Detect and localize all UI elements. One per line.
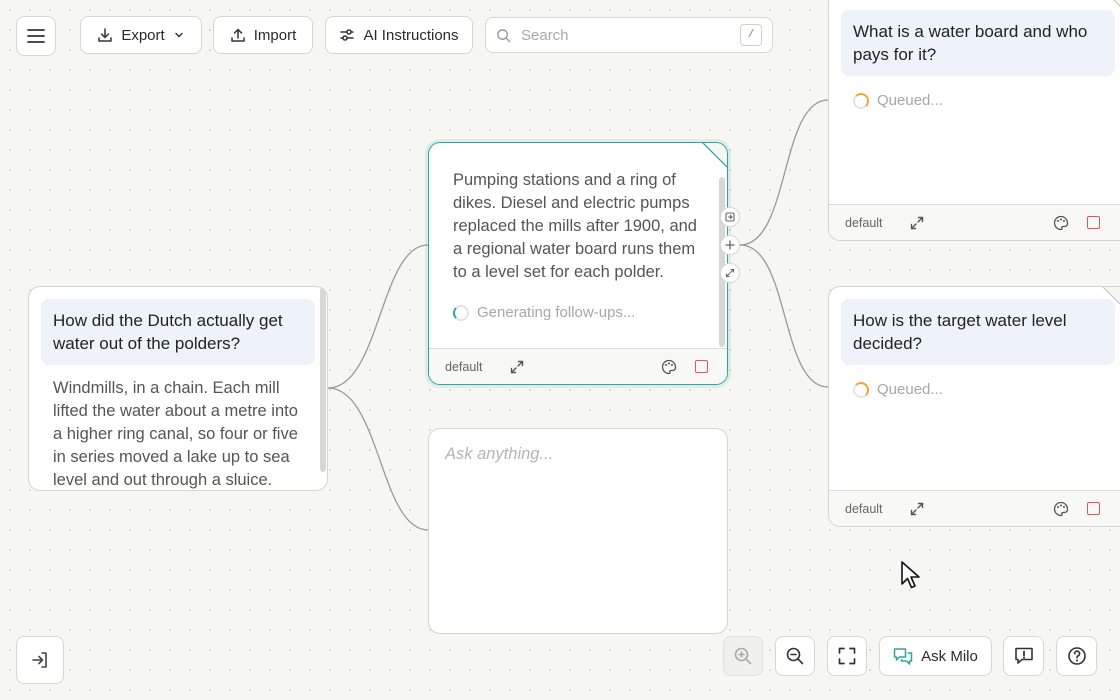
ask-input[interactable]: [429, 429, 727, 633]
help-icon: [1067, 647, 1086, 665]
stop-icon: [694, 360, 708, 373]
followup-card-2[interactable]: How is the target water level decided? Q…: [828, 286, 1120, 527]
search-input[interactable]: [519, 25, 740, 45]
fullscreen-icon: [838, 647, 856, 665]
plus-icon: [725, 240, 735, 250]
loading-spinner-icon: [853, 381, 869, 398]
ask-milo-button[interactable]: Ask Milo: [879, 636, 992, 676]
followup-1-footer: default: [829, 204, 1120, 240]
zoom-in-button[interactable]: [723, 636, 763, 676]
followup-2-footer: default: [829, 490, 1120, 526]
zoom-out-button[interactable]: [775, 636, 815, 676]
stop-icon: [1086, 216, 1100, 229]
feedback-button[interactable]: [1003, 636, 1044, 676]
followup-1-status: Queued...: [829, 92, 1120, 109]
stop-button[interactable]: [1083, 499, 1103, 519]
card-corner-fold: [702, 143, 727, 168]
resize-node-button[interactable]: [720, 263, 740, 283]
root-card[interactable]: How did the Dutch actually get water out…: [28, 286, 328, 491]
followup-2-status: Queued...: [829, 381, 1120, 398]
chevron-down-icon: [174, 32, 183, 38]
add-node-button[interactable]: [720, 235, 740, 255]
active-card[interactable]: Pumping stations and a ring of dikes. Di…: [428, 142, 728, 385]
followup-1-status-text: Queued...: [877, 92, 943, 109]
loading-spinner-icon: [453, 304, 469, 321]
loading-spinner-icon: [853, 92, 869, 109]
feedback-icon: [1014, 647, 1033, 664]
expand-icon[interactable]: [507, 357, 527, 377]
ai-instructions-label: AI Instructions: [363, 26, 459, 44]
root-question: How did the Dutch actually get water out…: [41, 299, 315, 365]
followup-2-status-text: Queued...: [877, 381, 943, 398]
menu-button[interactable]: [16, 16, 56, 56]
hamburger-icon: [27, 29, 45, 43]
active-scrollbar[interactable]: [719, 177, 725, 347]
exit-button[interactable]: [16, 636, 64, 684]
palette-icon[interactable]: [1051, 499, 1071, 519]
stop-icon: [1086, 502, 1100, 515]
followup-2-question: How is the target water level decided?: [841, 299, 1115, 365]
root-answer: Windmills, in a chain. Each mill lifted …: [53, 379, 298, 489]
chat-bubbles-icon: [893, 648, 913, 665]
search-shortcut-badge: /: [740, 24, 762, 46]
active-model-label: default: [445, 359, 483, 374]
export-button[interactable]: Export: [80, 16, 202, 54]
ask-card[interactable]: [428, 428, 728, 634]
card-corner-fold: [1102, 287, 1120, 305]
upload-icon: [230, 28, 245, 42]
active-status-text: Generating follow-ups...: [477, 304, 636, 321]
expand-diagonal-icon: [725, 268, 735, 278]
import-button[interactable]: Import: [213, 16, 313, 54]
followup-2-model-label: default: [845, 501, 883, 516]
expand-icon[interactable]: [907, 213, 927, 233]
search-box: /: [485, 17, 773, 53]
import-label: Import: [253, 26, 297, 44]
search-icon: [497, 28, 511, 42]
fit-view-button[interactable]: [827, 636, 867, 676]
expand-icon[interactable]: [907, 499, 927, 519]
card-corner-fold: [1113, 0, 1120, 7]
stop-button[interactable]: [1083, 213, 1103, 233]
sign-in-icon: [32, 652, 47, 668]
followup-1-model-label: default: [845, 215, 883, 230]
ai-instructions-button[interactable]: AI Instructions: [325, 16, 473, 54]
stop-button[interactable]: [691, 357, 711, 377]
export-label: Export: [121, 26, 165, 44]
palette-icon[interactable]: [659, 357, 679, 377]
branch-icon: [725, 212, 735, 222]
help-button[interactable]: [1056, 636, 1097, 676]
active-answer: Pumping stations and a ring of dikes. Di…: [453, 171, 697, 281]
sliders-icon: [340, 29, 355, 41]
active-status: Generating follow-ups...: [429, 304, 727, 321]
followup-card-1[interactable]: What is a water board and who pays for i…: [828, 0, 1120, 241]
mouse-cursor-icon: [901, 561, 920, 589]
followup-1-question: What is a water board and who pays for i…: [841, 10, 1115, 76]
active-card-footer: default: [429, 348, 727, 384]
ask-milo-label: Ask Milo: [921, 647, 978, 665]
branch-button[interactable]: [720, 207, 740, 227]
root-scrollbar[interactable]: [320, 287, 326, 472]
download-icon: [98, 28, 113, 42]
zoom-in-icon: [734, 647, 752, 665]
palette-icon[interactable]: [1051, 213, 1071, 233]
zoom-out-icon: [786, 647, 804, 665]
